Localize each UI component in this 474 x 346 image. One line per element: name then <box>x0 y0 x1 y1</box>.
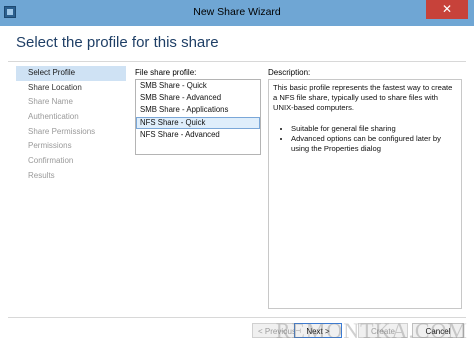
profile-item[interactable]: NFS Share - Quick <box>136 116 260 129</box>
nav-step-results: Results <box>28 170 55 180</box>
nav-step-share-permissions: Share Permissions <box>28 126 96 136</box>
description-text: This basic profile represents the fastes… <box>273 83 453 113</box>
title-bar[interactable]: New Share Wizard ✕ <box>0 0 474 26</box>
nav-step-authentication: Authentication <box>28 112 79 122</box>
nav-step-select-profile[interactable]: Select Profile <box>16 66 126 81</box>
description-bullets: Suitable for general file sharingAdvance… <box>273 124 457 155</box>
description-bullet: Advanced options can be configured later… <box>291 134 457 154</box>
profile-item[interactable]: SMB Share - Applications <box>136 104 260 116</box>
nav-step-confirmation: Confirmation <box>28 156 74 166</box>
profile-item[interactable]: SMB Share - Quick <box>136 80 260 92</box>
profile-item[interactable]: NFS Share - Advanced <box>136 129 260 141</box>
description-label: Description: <box>268 68 311 77</box>
next-button[interactable]: Next > <box>294 323 342 338</box>
footer-divider <box>8 317 466 318</box>
window-title: New Share Wizard <box>193 6 281 18</box>
profile-item[interactable]: SMB Share - Advanced <box>136 92 260 104</box>
wizard-window: New Share Wizard ✕ Select the profile fo… <box>0 0 474 346</box>
profile-list-label: File share profile: <box>135 68 197 77</box>
create-button[interactable]: Create <box>358 323 408 338</box>
description-box: This basic profile represents the fastes… <box>268 79 462 309</box>
profile-list[interactable]: SMB Share - Quick SMB Share - Advanced SMB… <box>135 79 261 155</box>
nav-step-share-name: Share Name <box>28 97 73 107</box>
page-title: Select the profile for this share <box>16 34 219 51</box>
cancel-button[interactable]: Cancel <box>412 323 464 338</box>
description-bullet: Suitable for general file sharing <box>291 124 457 134</box>
close-button[interactable]: ✕ <box>426 0 468 19</box>
header-divider <box>8 61 466 62</box>
wizard-steps-nav: Select Profile Share Location Share Name Au… <box>16 66 126 316</box>
nav-step-share-location[interactable]: Share Location <box>16 81 126 96</box>
nav-step-permissions: Permissions <box>28 141 72 151</box>
